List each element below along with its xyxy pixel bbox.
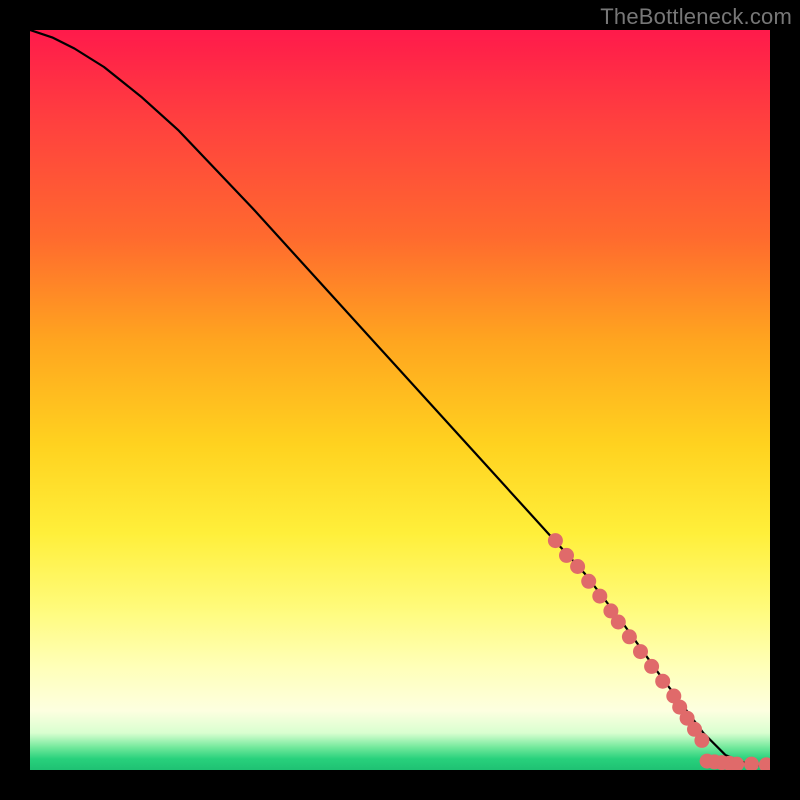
data-point bbox=[744, 757, 759, 770]
data-point bbox=[694, 733, 709, 748]
data-point bbox=[611, 615, 626, 630]
markers-layer bbox=[548, 533, 770, 770]
curve-layer bbox=[30, 30, 770, 766]
data-point bbox=[559, 548, 574, 563]
chart-frame: TheBottleneck.com bbox=[0, 0, 800, 800]
data-point bbox=[592, 589, 607, 604]
curve-line bbox=[30, 30, 770, 766]
data-point bbox=[622, 629, 637, 644]
plot-area bbox=[30, 30, 770, 770]
watermark-text: TheBottleneck.com bbox=[600, 4, 792, 30]
data-point bbox=[581, 574, 596, 589]
data-point bbox=[548, 533, 563, 548]
data-point bbox=[644, 659, 659, 674]
data-point bbox=[570, 559, 585, 574]
data-point bbox=[655, 674, 670, 689]
data-point bbox=[633, 644, 648, 659]
chart-overlay bbox=[30, 30, 770, 770]
